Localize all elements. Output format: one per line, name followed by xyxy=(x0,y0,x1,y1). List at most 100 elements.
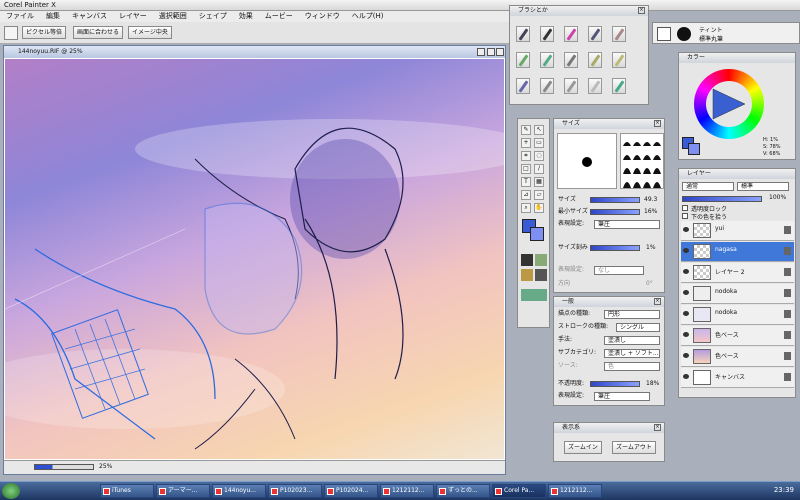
taskbar-item-active[interactable]: Corel Pa... xyxy=(492,484,546,498)
dab-shape-grid[interactable] xyxy=(620,133,664,189)
eraser-tool-icon[interactable]: ▱ xyxy=(534,190,544,200)
eye-icon[interactable] xyxy=(683,227,689,232)
size-step-slider[interactable] xyxy=(590,245,640,251)
eye-icon[interactable] xyxy=(683,374,689,379)
taskbar-item[interactable]: P102024... xyxy=(324,484,378,498)
taskbar-item[interactable]: iTunes xyxy=(100,484,154,498)
menu-layer[interactable]: レイヤー xyxy=(113,11,153,22)
zoom-in-button[interactable]: ズームイン xyxy=(564,441,602,454)
layer-row[interactable]: レイヤー 2 xyxy=(681,263,794,283)
stroke-type-select[interactable]: シングル xyxy=(616,323,660,332)
method-select[interactable]: 塗潰し xyxy=(604,336,660,345)
canvas-artwork[interactable] xyxy=(5,59,504,459)
taskbar-item[interactable]: ずっとの... xyxy=(436,484,490,498)
layer-row[interactable]: nodoka xyxy=(681,284,794,304)
saturation-triangle[interactable] xyxy=(711,87,747,121)
brush-crayon-icon[interactable] xyxy=(564,52,578,68)
center-image-button[interactable]: イメージ中央 xyxy=(128,26,172,39)
opacity-expression-select[interactable]: 筆圧 xyxy=(594,392,650,401)
opacity-slider[interactable] xyxy=(590,381,640,387)
close-icon[interactable]: × xyxy=(654,120,661,127)
zoom-slider[interactable] xyxy=(34,464,94,470)
layer-row[interactable]: 色ベース xyxy=(681,326,794,346)
layer-row[interactable]: yui xyxy=(681,221,794,241)
secondary-color-swatch[interactable] xyxy=(530,227,544,241)
look-selector-icon[interactable] xyxy=(521,289,547,301)
close-icon[interactable]: × xyxy=(638,7,645,14)
taskbar-item[interactable]: アーマー... xyxy=(156,484,210,498)
brush-blender-icon[interactable] xyxy=(540,52,554,68)
brush-ink-icon[interactable] xyxy=(516,26,530,42)
eye-icon[interactable] xyxy=(683,269,689,274)
layer-opacity-slider[interactable] xyxy=(682,196,762,202)
close-icon[interactable]: × xyxy=(654,298,661,305)
layer-adjuster-icon[interactable]: + xyxy=(521,138,531,148)
brush-marker-icon[interactable] xyxy=(612,26,626,42)
secondary-color-swatch[interactable] xyxy=(688,143,700,155)
fit-screen-button[interactable]: 画面に合わせる xyxy=(73,26,124,39)
magnifier-tool-icon[interactable]: ⌕ xyxy=(521,203,531,213)
nozzle-selector-icon[interactable] xyxy=(535,269,547,281)
lasso-tool-icon[interactable]: ◌ xyxy=(534,151,544,161)
size-slider[interactable] xyxy=(590,197,640,203)
taskbar-item[interactable]: 144noyu... xyxy=(212,484,266,498)
close-icon[interactable]: × xyxy=(654,424,661,431)
pattern-selector-icon[interactable] xyxy=(535,254,547,266)
menu-shape[interactable]: シェイプ xyxy=(193,11,233,22)
brush-oil-icon[interactable] xyxy=(588,26,602,42)
layer-row[interactable]: キャンバス xyxy=(681,368,794,388)
maximize-icon[interactable] xyxy=(487,48,495,56)
brush-dab-icon[interactable] xyxy=(657,27,671,41)
brush-chalk-icon[interactable] xyxy=(612,78,626,94)
minimize-icon[interactable] xyxy=(477,48,485,56)
text-tool-icon[interactable]: T xyxy=(521,177,531,187)
direction-expression-select[interactable]: なし xyxy=(594,266,644,275)
gradient-selector-icon[interactable] xyxy=(521,269,533,281)
select-rect-icon[interactable]: ▭ xyxy=(534,138,544,148)
paper-selector-icon[interactable] xyxy=(521,254,533,266)
brush-sponge-icon[interactable] xyxy=(588,52,602,68)
zoom-out-button[interactable]: ズームアウト xyxy=(612,441,656,454)
taskbar-item[interactable]: P102023... xyxy=(268,484,322,498)
layer-row[interactable]: nodoka xyxy=(681,305,794,325)
brush-fine-icon[interactable] xyxy=(540,78,554,94)
subcategory-select[interactable]: 塗潰し + ソフト... xyxy=(604,349,660,358)
layer-row[interactable]: 色ベース xyxy=(681,347,794,367)
shape-tool-icon[interactable]: □ xyxy=(521,164,531,174)
grabber-tool-icon[interactable] xyxy=(4,26,18,40)
close-icon[interactable] xyxy=(496,48,504,56)
brush-airbrush-icon[interactable] xyxy=(612,52,626,68)
min-size-slider[interactable] xyxy=(590,209,640,215)
menu-window[interactable]: ウィンドウ xyxy=(299,11,346,22)
brush-tool-icon[interactable]: ✎ xyxy=(521,125,531,135)
eye-icon[interactable] xyxy=(683,353,689,358)
start-button-icon[interactable] xyxy=(2,483,20,499)
dab-type-select[interactable]: 円形 xyxy=(604,310,660,319)
layer-row-selected[interactable]: nagasa xyxy=(681,242,794,262)
lock-transparency-checkbox[interactable] xyxy=(682,205,688,211)
menu-edit[interactable]: 編集 xyxy=(40,11,66,22)
source-select[interactable]: 色 xyxy=(604,362,660,371)
pen-tool-icon[interactable]: ∕ xyxy=(534,164,544,174)
brush-palette-icon[interactable] xyxy=(564,26,578,42)
pick-underlying-checkbox[interactable] xyxy=(682,213,688,219)
eye-icon[interactable] xyxy=(683,311,689,316)
menu-movie[interactable]: ムービー xyxy=(259,11,299,22)
grabber-tool-icon[interactable]: ✋ xyxy=(534,203,544,213)
menu-select[interactable]: 選択範囲 xyxy=(153,11,193,22)
taskbar-item[interactable]: 1212112... xyxy=(548,484,602,498)
menu-canvas[interactable]: キャンバス xyxy=(66,11,113,22)
brush-pen-icon[interactable] xyxy=(540,26,554,42)
eye-icon[interactable] xyxy=(683,290,689,295)
menu-help[interactable]: ヘルプ(H) xyxy=(346,11,390,22)
brush-pencil-icon[interactable] xyxy=(516,52,530,68)
taskbar-item[interactable]: 1212112... xyxy=(380,484,434,498)
arrow-tool-icon[interactable]: ↖ xyxy=(534,125,544,135)
composite-method-select[interactable]: 通常 xyxy=(682,182,734,191)
eye-icon[interactable] xyxy=(683,248,689,253)
size-expression-select[interactable]: 筆圧 xyxy=(594,220,660,229)
eye-icon[interactable] xyxy=(683,332,689,337)
composite-depth-select[interactable]: 標準 xyxy=(737,182,789,191)
brush-eraser-icon[interactable] xyxy=(588,78,602,94)
fill-tool-icon[interactable]: ▦ xyxy=(534,177,544,187)
